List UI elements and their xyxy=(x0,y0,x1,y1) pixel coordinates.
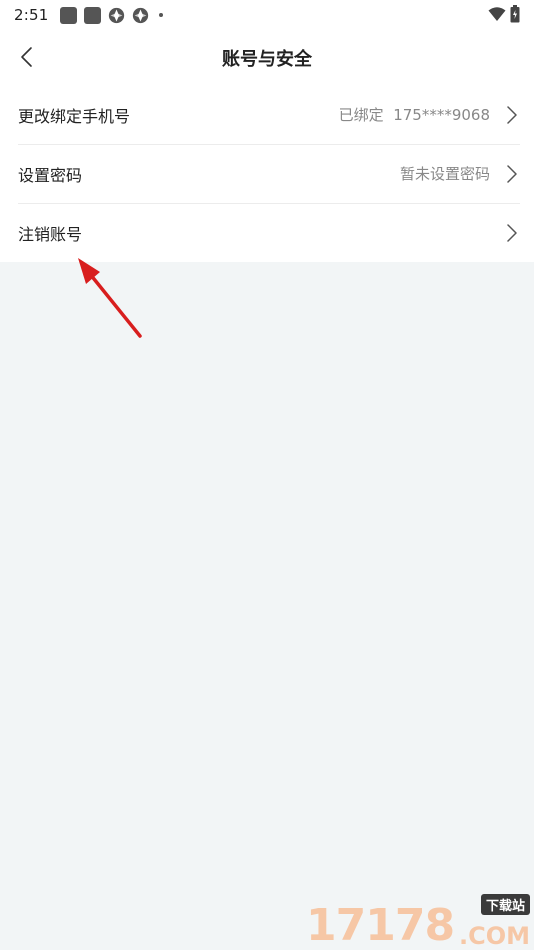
set-password-row[interactable]: 设置密码 暂未设置密码 xyxy=(0,144,534,203)
chevron-right-icon xyxy=(507,165,517,183)
battery-icon xyxy=(510,5,520,23)
row-value: 已绑定 175****9068 xyxy=(338,106,490,124)
watermark-domain: .COM xyxy=(458,922,530,950)
status-time: 2:51 xyxy=(14,6,49,24)
status-bar: 2:51 xyxy=(0,0,534,30)
chevron-right-icon xyxy=(507,224,517,242)
status-icons xyxy=(488,5,520,23)
app-notification-icon xyxy=(133,7,149,23)
change-phone-row[interactable]: 更改绑定手机号 已绑定 175****9068 xyxy=(0,85,534,144)
watermark-digits: 17178 xyxy=(306,900,455,950)
watermark-badge: 下载站 xyxy=(480,894,530,915)
top-app-bar: 账号与安全 xyxy=(0,30,534,85)
row-label: 更改绑定手机号 xyxy=(18,106,131,126)
app-notification-icon xyxy=(109,7,125,23)
row-value: 暂未设置密码 xyxy=(399,165,490,183)
row-label: 设置密码 xyxy=(18,165,83,185)
watermark-logo: 17178 下载站 .COM xyxy=(304,888,534,950)
notification-icon xyxy=(84,6,102,24)
red-arrow-icon xyxy=(78,258,142,338)
row-label: 注销账号 xyxy=(18,224,83,244)
chevron-right-icon xyxy=(507,106,517,124)
wifi-icon xyxy=(488,7,506,21)
page-title: 账号与安全 xyxy=(222,48,312,70)
back-button[interactable] xyxy=(14,44,40,70)
settings-list: 更改绑定手机号 已绑定 175****9068 设置密码 暂未设置密码 注销账号 xyxy=(0,85,534,262)
more-notifications-dot xyxy=(159,13,164,17)
notification-icon xyxy=(60,6,78,24)
